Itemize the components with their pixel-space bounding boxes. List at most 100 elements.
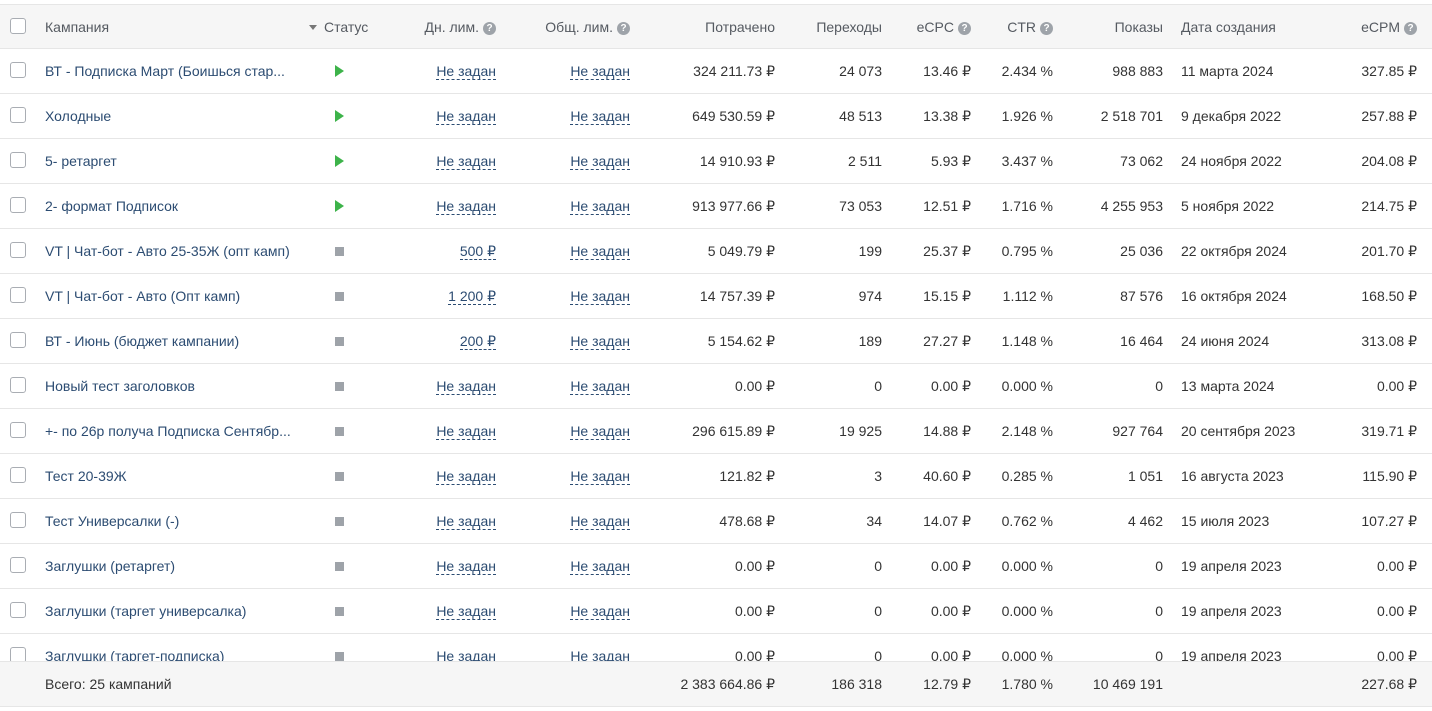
total-limit-link[interactable]: Не задан: [570, 514, 630, 530]
help-icon[interactable]: ?: [1404, 22, 1417, 35]
daily-limit-link[interactable]: Не задан: [436, 64, 496, 80]
table-row[interactable]: Тест Универсалки (-) Не задан Не задан 478.…: [0, 499, 1432, 544]
total-limit-link[interactable]: Не задан: [570, 64, 630, 80]
campaign-name-link[interactable]: Холодные: [45, 94, 111, 138]
daily-limit-link[interactable]: Не задан: [436, 559, 496, 575]
total-limit-link[interactable]: Не задан: [570, 379, 630, 395]
stop-icon[interactable]: [335, 382, 344, 391]
col-campaign-header[interactable]: Кампания: [45, 5, 109, 49]
table-row[interactable]: ВТ - Июнь (бюджет кампании) 200 ₽ Не задан…: [0, 319, 1432, 364]
select-all-checkbox[interactable]: [10, 18, 26, 34]
col-ecpc-header[interactable]: eCPC?: [890, 5, 971, 49]
col-daily-limit-header[interactable]: Дн. лим.?: [380, 5, 496, 49]
col-ecpm-header[interactable]: eCPM?: [1330, 5, 1417, 49]
row-checkbox[interactable]: [10, 62, 26, 78]
col-clicks-header[interactable]: Переходы: [790, 5, 882, 49]
daily-limit-link[interactable]: Не задан: [436, 424, 496, 440]
col-ctr-header[interactable]: CTR?: [980, 5, 1053, 49]
table-row[interactable]: ВТ - Подписка Март (Боишься стар... Не за…: [0, 49, 1432, 94]
table-row[interactable]: VT | Чат-бот - Авто (Опт камп) 1 200 ₽ Не …: [0, 274, 1432, 319]
campaign-name-link[interactable]: Новый тест заголовков: [45, 364, 195, 408]
total-limit-link[interactable]: Не задан: [570, 604, 630, 620]
play-icon[interactable]: [335, 110, 344, 122]
help-icon[interactable]: ?: [958, 22, 971, 35]
row-checkbox[interactable]: [10, 152, 26, 168]
col-impressions-header[interactable]: Показы: [1070, 5, 1163, 49]
daily-limit-link[interactable]: Не задан: [436, 469, 496, 485]
table-row[interactable]: Заглушки (таргет универсалка) Не задан Не …: [0, 589, 1432, 634]
play-icon[interactable]: [335, 65, 344, 77]
play-icon[interactable]: [335, 200, 344, 212]
daily-limit-link[interactable]: Не задан: [436, 604, 496, 620]
row-checkbox[interactable]: [10, 602, 26, 618]
total-limit-link[interactable]: Не задан: [570, 559, 630, 575]
campaign-name-link[interactable]: Тест 20-39Ж: [45, 454, 127, 498]
stop-icon[interactable]: [335, 607, 344, 616]
campaign-name-link[interactable]: Заглушки (таргет-подписка): [45, 634, 224, 661]
table-row[interactable]: 5- ретаргет Не задан Не задан 14 910.93 ₽ 2 …: [0, 139, 1432, 184]
total-limit-link[interactable]: Не задан: [570, 649, 630, 662]
daily-limit-link[interactable]: 1 200 ₽: [448, 289, 496, 305]
col-total-limit-header[interactable]: Общ. лим.?: [500, 5, 630, 49]
row-checkbox[interactable]: [10, 377, 26, 393]
total-limit-link[interactable]: Не задан: [570, 334, 630, 350]
row-checkbox[interactable]: [10, 557, 26, 573]
row-checkbox[interactable]: [10, 467, 26, 483]
campaign-name-link[interactable]: ВТ - Июнь (бюджет кампании): [45, 319, 239, 363]
row-checkbox[interactable]: [10, 197, 26, 213]
campaign-name-link[interactable]: VT | Чат-бот - Авто 25-35Ж (опт камп): [45, 229, 290, 273]
stop-icon[interactable]: [335, 337, 344, 346]
row-checkbox[interactable]: [10, 422, 26, 438]
table-row[interactable]: Тест 20-39Ж Не задан Не задан 121.82 ₽ 3 40.6…: [0, 454, 1432, 499]
row-checkbox[interactable]: [10, 107, 26, 123]
help-icon[interactable]: ?: [617, 22, 630, 35]
table-row[interactable]: Новый тест заголовков Не задан Не задан 0.0…: [0, 364, 1432, 409]
campaign-name-link[interactable]: Заглушки (таргет универсалка): [45, 589, 246, 633]
campaign-name-link[interactable]: 2- формат Подписок: [45, 184, 178, 228]
daily-limit-link[interactable]: 500 ₽: [459, 244, 496, 260]
row-checkbox[interactable]: [10, 242, 26, 258]
row-checkbox[interactable]: [10, 647, 26, 661]
stop-icon[interactable]: [335, 247, 344, 256]
table-row[interactable]: 2- формат Подписок Не задан Не задан 913 97…: [0, 184, 1432, 229]
total-limit-link[interactable]: Не задан: [570, 109, 630, 125]
stop-icon[interactable]: [335, 652, 344, 661]
daily-limit-link[interactable]: Не задан: [436, 379, 496, 395]
stop-icon[interactable]: [335, 562, 344, 571]
campaign-name-link[interactable]: Тест Универсалки (-): [45, 499, 179, 543]
campaign-name-link[interactable]: +- по 26р получа Подписка Сентябр...: [45, 409, 291, 453]
total-limit-link[interactable]: Не задан: [570, 154, 630, 170]
col-spent-header[interactable]: Потрачено: [640, 5, 775, 49]
table-row[interactable]: Заглушки (ретаргет) Не задан Не задан 0.00 …: [0, 544, 1432, 589]
row-checkbox[interactable]: [10, 287, 26, 303]
help-icon[interactable]: ?: [1040, 22, 1053, 35]
total-limit-link[interactable]: Не задан: [570, 469, 630, 485]
campaign-name-link[interactable]: ВТ - Подписка Март (Боишься стар...: [45, 49, 285, 93]
row-checkbox[interactable]: [10, 512, 26, 528]
total-limit-link[interactable]: Не задан: [570, 199, 630, 215]
daily-limit-link[interactable]: 200 ₽: [459, 334, 496, 350]
stop-icon[interactable]: [335, 517, 344, 526]
row-checkbox[interactable]: [10, 332, 26, 348]
help-icon[interactable]: ?: [483, 22, 496, 35]
campaign-name-link[interactable]: VT | Чат-бот - Авто (Опт камп): [45, 274, 240, 318]
stop-icon[interactable]: [335, 427, 344, 436]
daily-limit-link[interactable]: Не задан: [436, 154, 496, 170]
col-status-header[interactable]: Статус: [309, 5, 368, 49]
play-icon[interactable]: [335, 155, 344, 167]
daily-limit-link[interactable]: Не задан: [436, 109, 496, 125]
table-row[interactable]: +- по 26р получа Подписка Сентябр... Не з…: [0, 409, 1432, 454]
table-row[interactable]: Заглушки (таргет-подписка) Не задан Не зад…: [0, 634, 1432, 661]
total-limit-link[interactable]: Не задан: [570, 244, 630, 260]
daily-limit-link[interactable]: Не задан: [436, 514, 496, 530]
daily-limit-link[interactable]: Не задан: [436, 199, 496, 215]
total-limit-link[interactable]: Не задан: [570, 424, 630, 440]
table-row[interactable]: VT | Чат-бот - Авто 25-35Ж (опт камп) 500…: [0, 229, 1432, 274]
stop-icon[interactable]: [335, 292, 344, 301]
daily-limit-link[interactable]: Не задан: [436, 649, 496, 662]
campaign-name-link[interactable]: 5- ретаргет: [45, 139, 117, 183]
col-created-header[interactable]: Дата создания: [1181, 5, 1276, 49]
total-limit-link[interactable]: Не задан: [570, 289, 630, 305]
table-row[interactable]: Холодные Не задан Не задан 649 530.59 ₽ 48 5…: [0, 94, 1432, 139]
campaign-name-link[interactable]: Заглушки (ретаргет): [45, 544, 175, 588]
